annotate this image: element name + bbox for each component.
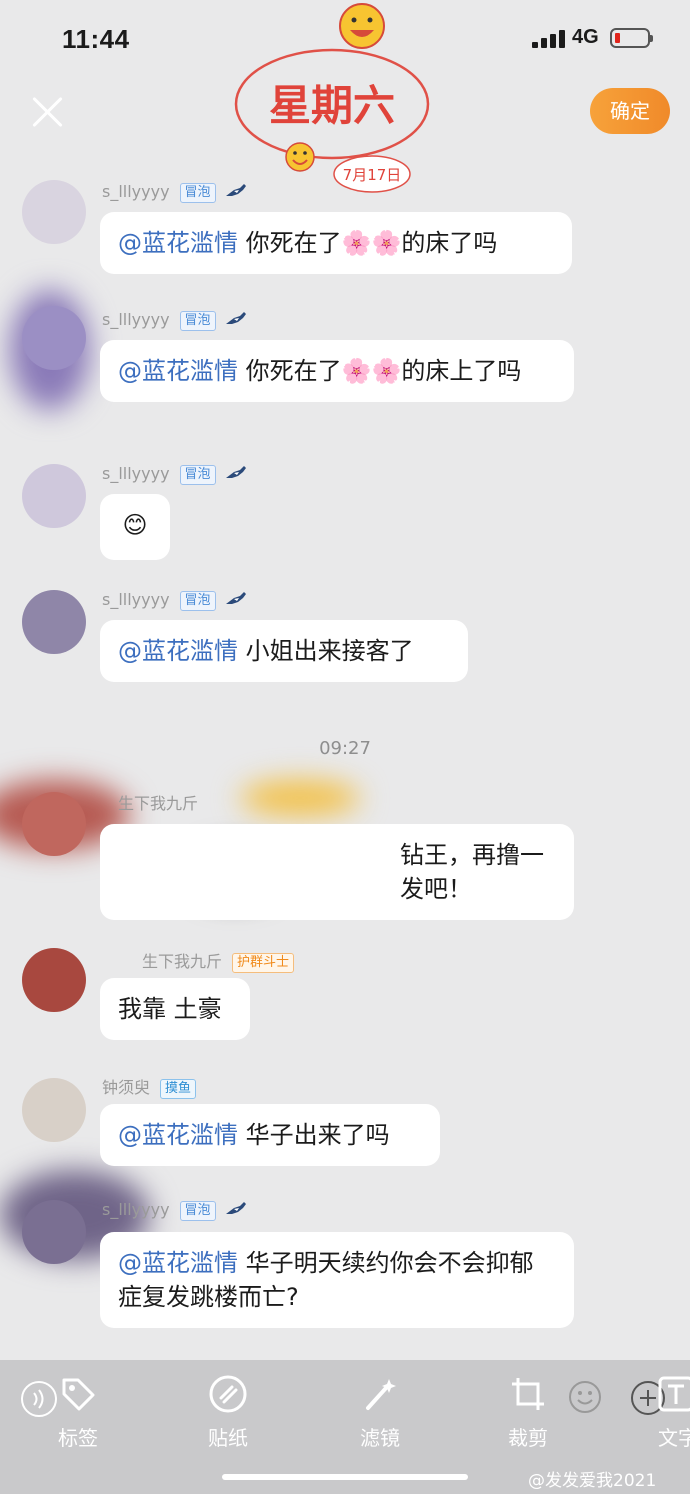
- weekday-sticker[interactable]: 星期六 7月17日: [232, 0, 432, 200]
- tool-text[interactable]: 文字: [640, 1374, 690, 1451]
- sticker-icon: [209, 1375, 247, 1413]
- avatar[interactable]: [22, 1078, 86, 1142]
- member-tag: 冒泡: [179, 591, 216, 611]
- redaction-smudge: [240, 780, 360, 816]
- magpie-icon: [225, 466, 246, 478]
- sender-name: s_lllyyyy 冒泡: [102, 310, 250, 331]
- message-bubble[interactable]: @蓝花滥情 你死在了🌸🌸的床了吗: [100, 212, 572, 274]
- weibo-watermark: @发发爱我2021: [528, 1471, 657, 1491]
- sender-name: s_lllyyyy 冒泡: [102, 1200, 250, 1221]
- tool-label: 贴纸: [208, 1426, 248, 1450]
- sender-name: 生下我九斤: [118, 794, 199, 813]
- sticker-weekday: 星期六: [269, 81, 395, 130]
- magpie-icon: [225, 312, 246, 324]
- magic-wand-icon: [366, 1379, 396, 1410]
- tool-label: 文字: [658, 1426, 690, 1450]
- avatar[interactable]: [22, 1200, 86, 1264]
- smile-emoji: 😊: [122, 511, 148, 539]
- tool-tag[interactable]: 标签: [28, 1374, 128, 1451]
- close-button[interactable]: [30, 94, 66, 130]
- member-tag: 冒泡: [179, 465, 216, 485]
- sender-name: 生下我九斤 护群斗士: [142, 948, 295, 973]
- confirm-button[interactable]: 确定: [590, 88, 670, 134]
- member-tag: 摸鱼: [160, 1079, 197, 1099]
- member-tag: 护群斗士: [232, 953, 295, 973]
- avatar[interactable]: [22, 948, 86, 1012]
- mention[interactable]: @蓝花滥情: [118, 637, 238, 665]
- message-bubble[interactable]: @蓝花滥情 你死在了🌸🌸的床上了吗: [100, 340, 574, 402]
- tool-label: 标签: [58, 1426, 98, 1450]
- tool-filter[interactable]: 滤镜: [330, 1374, 430, 1451]
- sticker-smiley-small-icon: [285, 142, 315, 172]
- sticker-smiley-big-icon: [339, 3, 385, 49]
- sticker-date: 7月17日: [343, 166, 402, 184]
- magpie-icon: [225, 592, 246, 604]
- home-indicator[interactable]: [222, 1474, 468, 1480]
- network-type: 4G: [572, 26, 599, 48]
- status-time: 11:44: [62, 24, 130, 54]
- avatar[interactable]: [22, 306, 86, 370]
- mention[interactable]: @蓝花滥情: [118, 1121, 238, 1149]
- avatar[interactable]: [22, 180, 86, 244]
- mention[interactable]: @蓝花滥情: [118, 357, 238, 385]
- avatar[interactable]: [22, 792, 86, 856]
- message-bubble[interactable]: @蓝花滥情 华子出来了吗: [100, 1104, 440, 1166]
- tool-label: 裁剪: [508, 1426, 548, 1450]
- battery-icon: [610, 28, 653, 48]
- sender-name: 钟须臾 摸鱼: [102, 1074, 197, 1099]
- message-bubble[interactable]: 😊: [100, 494, 170, 560]
- chat-timestamp: 09:27: [319, 738, 371, 759]
- message-bubble[interactable]: 我靠 土豪: [100, 978, 250, 1040]
- sender-name: s_lllyyyy 冒泡: [102, 182, 250, 203]
- avatar[interactable]: [22, 590, 86, 654]
- avatar[interactable]: [22, 464, 86, 528]
- tag-icon: [62, 1378, 95, 1411]
- message-bubble[interactable]: @蓝花滥情 华子明天续约你会不会抑郁症复发跳楼而亡?: [100, 1232, 574, 1328]
- member-tag: 冒泡: [179, 311, 216, 331]
- signal-icon: [532, 30, 566, 48]
- crop-icon: [512, 1378, 544, 1410]
- mention[interactable]: @蓝花滥情: [118, 1249, 238, 1277]
- member-tag: 冒泡: [179, 1201, 216, 1221]
- mention[interactable]: @蓝花滥情: [118, 229, 238, 257]
- emoji-icon[interactable]: [568, 1380, 602, 1414]
- sender-name: s_lllyyyy 冒泡: [102, 464, 250, 485]
- member-tag: 冒泡: [179, 183, 216, 203]
- message-bubble[interactable]: @蓝花滥情 小姐出来接客了: [100, 620, 468, 682]
- tool-sticker[interactable]: 贴纸: [178, 1374, 278, 1451]
- sender-name: s_lllyyyy 冒泡: [102, 590, 250, 611]
- text-icon: [658, 1376, 690, 1412]
- magpie-icon: [225, 1202, 246, 1214]
- tool-crop[interactable]: 裁剪: [478, 1374, 578, 1451]
- message-bubble[interactable]: 钻王，再撸一发吧！: [100, 824, 574, 920]
- tool-label: 滤镜: [360, 1426, 400, 1450]
